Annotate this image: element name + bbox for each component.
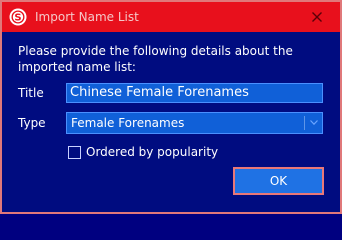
title-label: Title xyxy=(18,86,44,100)
type-dropdown-value: Female Forenames xyxy=(71,116,185,130)
app-logo-s-icon: S xyxy=(9,8,27,26)
svg-text:S: S xyxy=(14,13,21,24)
ordered-by-popularity-checkbox[interactable] xyxy=(68,146,81,159)
intro-text: Please provide the following details abo… xyxy=(18,44,293,74)
ordered-by-popularity-label[interactable]: Ordered by popularity xyxy=(86,145,218,159)
title-input[interactable]: Chinese Female Forenames xyxy=(66,83,323,103)
chevron-down-icon[interactable] xyxy=(310,120,318,125)
import-name-list-dialog: S Import Name List Please provide the fo… xyxy=(0,0,342,214)
dropdown-separator xyxy=(304,116,305,130)
type-label: Type xyxy=(18,116,46,130)
ok-button[interactable]: OK xyxy=(233,167,324,195)
type-dropdown[interactable]: Female Forenames xyxy=(66,112,323,134)
window-title: Import Name List xyxy=(35,10,139,24)
close-icon xyxy=(312,12,322,22)
close-button[interactable] xyxy=(294,2,340,32)
title-bar[interactable]: S Import Name List xyxy=(2,2,340,32)
